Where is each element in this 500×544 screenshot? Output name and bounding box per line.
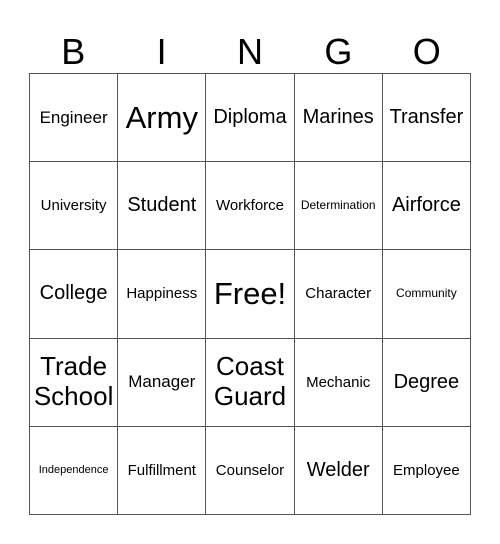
bingo-header: B I N G O bbox=[29, 30, 471, 74]
header-letter-n: N bbox=[236, 31, 263, 72]
bingo-cell[interactable]: Trade School bbox=[30, 338, 119, 427]
bingo-cell[interactable]: Community bbox=[382, 250, 471, 339]
bingo-grid: Engineer Army Diploma Marines Transfer U… bbox=[29, 73, 471, 515]
bingo-cell[interactable]: Engineer bbox=[30, 74, 119, 163]
bingo-cell[interactable]: Independence bbox=[30, 426, 119, 515]
bingo-cell[interactable]: College bbox=[30, 250, 119, 339]
bingo-cell[interactable]: Fulfillment bbox=[118, 426, 207, 515]
bingo-cell-free[interactable]: Free! bbox=[206, 250, 295, 339]
bingo-cell[interactable]: Counselor bbox=[206, 426, 295, 515]
bingo-cell[interactable]: Degree bbox=[382, 338, 471, 427]
bingo-cell[interactable]: Student bbox=[118, 162, 207, 251]
bingo-cell[interactable]: Transfer bbox=[382, 74, 471, 163]
header-letter-o: O bbox=[412, 31, 441, 72]
bingo-cell[interactable]: Coast Guard bbox=[206, 338, 295, 427]
bingo-cell[interactable]: Airforce bbox=[382, 162, 471, 251]
bingo-cell[interactable]: Employee bbox=[382, 426, 471, 515]
bingo-cell[interactable]: Army bbox=[118, 74, 207, 163]
bingo-cell[interactable]: Happiness bbox=[118, 250, 207, 339]
bingo-cell[interactable]: Diploma bbox=[206, 74, 295, 163]
bingo-cell[interactable]: University bbox=[30, 162, 119, 251]
bingo-cell[interactable]: Character bbox=[294, 250, 383, 339]
header-letter-b: B bbox=[61, 31, 86, 72]
bingo-cell[interactable]: Marines bbox=[294, 74, 383, 163]
bingo-cell[interactable]: Manager bbox=[118, 338, 207, 427]
bingo-cell[interactable]: Welder bbox=[294, 426, 383, 515]
bingo-cell[interactable]: Workforce bbox=[206, 162, 295, 251]
bingo-cell[interactable]: Determination bbox=[294, 162, 383, 251]
bingo-cell[interactable]: Mechanic bbox=[294, 338, 383, 427]
header-letter-g: G bbox=[324, 31, 353, 72]
header-letter-i: I bbox=[156, 31, 167, 72]
